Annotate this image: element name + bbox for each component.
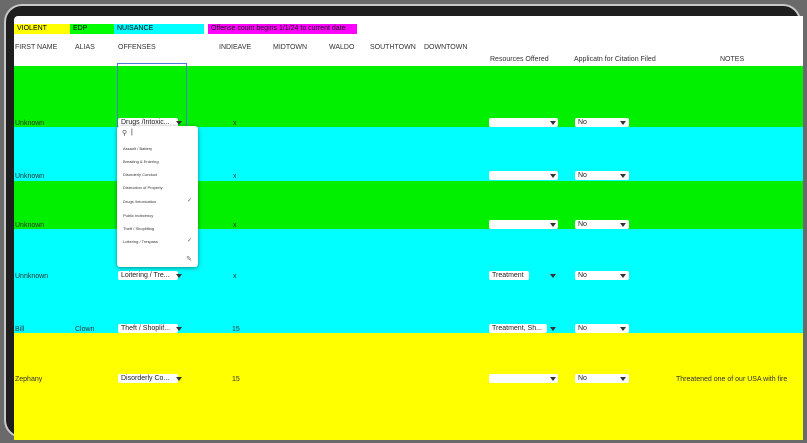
- cell-first-name[interactable]: Bill: [15, 326, 24, 333]
- chevron-down-icon[interactable]: [176, 274, 182, 278]
- offense-select[interactable]: Loitering / Tre...: [118, 271, 178, 280]
- resources-select[interactable]: [489, 118, 558, 127]
- cell-notes[interactable]: Threatened one of our USA with fire: [676, 376, 787, 383]
- chevron-down-icon[interactable]: [620, 377, 626, 381]
- cell-indieave: x: [233, 222, 237, 229]
- header-first-name: FIRST NAME: [15, 44, 58, 51]
- resources-select[interactable]: [489, 374, 558, 383]
- header-southtown: SOUTHTOWN: [370, 44, 416, 51]
- offense-select[interactable]: Disorderly Co...: [118, 374, 178, 383]
- offense-select[interactable]: Theft / Shoplif...: [118, 324, 178, 333]
- chevron-down-icon[interactable]: [550, 174, 556, 178]
- legend-edp: EDP: [70, 24, 114, 34]
- table-row: [14, 333, 803, 440]
- resources-select[interactable]: [489, 220, 558, 229]
- chevron-down-icon[interactable]: [176, 327, 182, 331]
- dropdown-option[interactable]: Drugs /Intoxication: [123, 199, 156, 204]
- cell-first-name[interactable]: Zephany: [15, 376, 42, 383]
- cell-alias[interactable]: Clown: [75, 326, 94, 333]
- cell-first-name[interactable]: Unnknown: [15, 273, 48, 280]
- header-midtown: MIDTOWN: [273, 44, 308, 51]
- cell-indieave: x: [233, 273, 237, 280]
- spreadsheet: VIOLENT EDP NUISANCE Offense count begin…: [14, 16, 803, 440]
- cell-indieave: 15: [232, 376, 240, 383]
- chevron-down-icon[interactable]: [620, 121, 626, 125]
- header-downtown: DOWNTOWN: [424, 44, 468, 51]
- chevron-down-icon[interactable]: [550, 274, 556, 278]
- cell-indieave: x: [233, 120, 237, 127]
- dropdown-option[interactable]: Public Indecency: [123, 213, 153, 218]
- header-alias: ALIAS: [75, 44, 95, 51]
- chevron-down-icon[interactable]: [620, 223, 626, 227]
- legend-nuisance: NUISANCE: [114, 24, 204, 34]
- search-icon[interactable]: ⚲: [122, 129, 127, 137]
- dropdown-option[interactable]: Disorderly Conduct: [123, 172, 157, 177]
- header-citation: Applicatn for Citation Filed: [574, 56, 656, 63]
- check-icon: ✓: [186, 238, 192, 244]
- chevron-down-icon[interactable]: [550, 121, 556, 125]
- chevron-down-icon[interactable]: [620, 327, 626, 331]
- cell-first-name[interactable]: Unknown: [15, 173, 44, 180]
- header-notes: NOTES: [720, 56, 745, 63]
- legend-violent: VIOLENT: [14, 24, 70, 34]
- offense-dropdown-menu[interactable]: ⚲ | Assault / Battery Breaking & Enterin…: [117, 126, 198, 267]
- chevron-down-icon[interactable]: [550, 223, 556, 227]
- resources-select[interactable]: Treatment, Sh...: [489, 324, 547, 333]
- dropdown-option[interactable]: Loitering / Trespass: [123, 239, 158, 244]
- dropdown-option[interactable]: Breaking & Entering: [123, 159, 159, 164]
- legend-note: Offense count begins 1/1/24 to current d…: [208, 24, 357, 34]
- chevron-down-icon[interactable]: [176, 377, 182, 381]
- cell-indieave: x: [233, 173, 237, 180]
- cell-first-name[interactable]: Unknown: [15, 120, 44, 127]
- cell-indieave: 15: [232, 326, 240, 333]
- check-icon: ✓: [186, 198, 192, 204]
- header-indieave: INDIEAVE: [219, 44, 252, 51]
- resources-select[interactable]: Treatment: [489, 271, 529, 280]
- search-input[interactable]: |: [131, 129, 133, 136]
- header-resources: Resources Offered: [490, 56, 549, 63]
- header-waldo: WALDO: [329, 44, 355, 51]
- header-offenses: OFFENSES: [118, 44, 156, 51]
- cell-first-name[interactable]: Unknown: [15, 222, 44, 229]
- chevron-down-icon[interactable]: [620, 174, 626, 178]
- chevron-down-icon[interactable]: [550, 377, 556, 381]
- pencil-icon[interactable]: ✎: [186, 255, 192, 263]
- dropdown-option[interactable]: Theft / Shoplifting: [123, 226, 154, 231]
- resources-select[interactable]: [489, 171, 558, 180]
- dropdown-option[interactable]: Distruction of Property: [123, 185, 163, 190]
- chevron-down-icon[interactable]: [620, 274, 626, 278]
- chevron-down-icon[interactable]: [550, 327, 556, 331]
- selected-cell-outline: [117, 63, 187, 129]
- dropdown-option[interactable]: Assault / Battery: [123, 146, 152, 151]
